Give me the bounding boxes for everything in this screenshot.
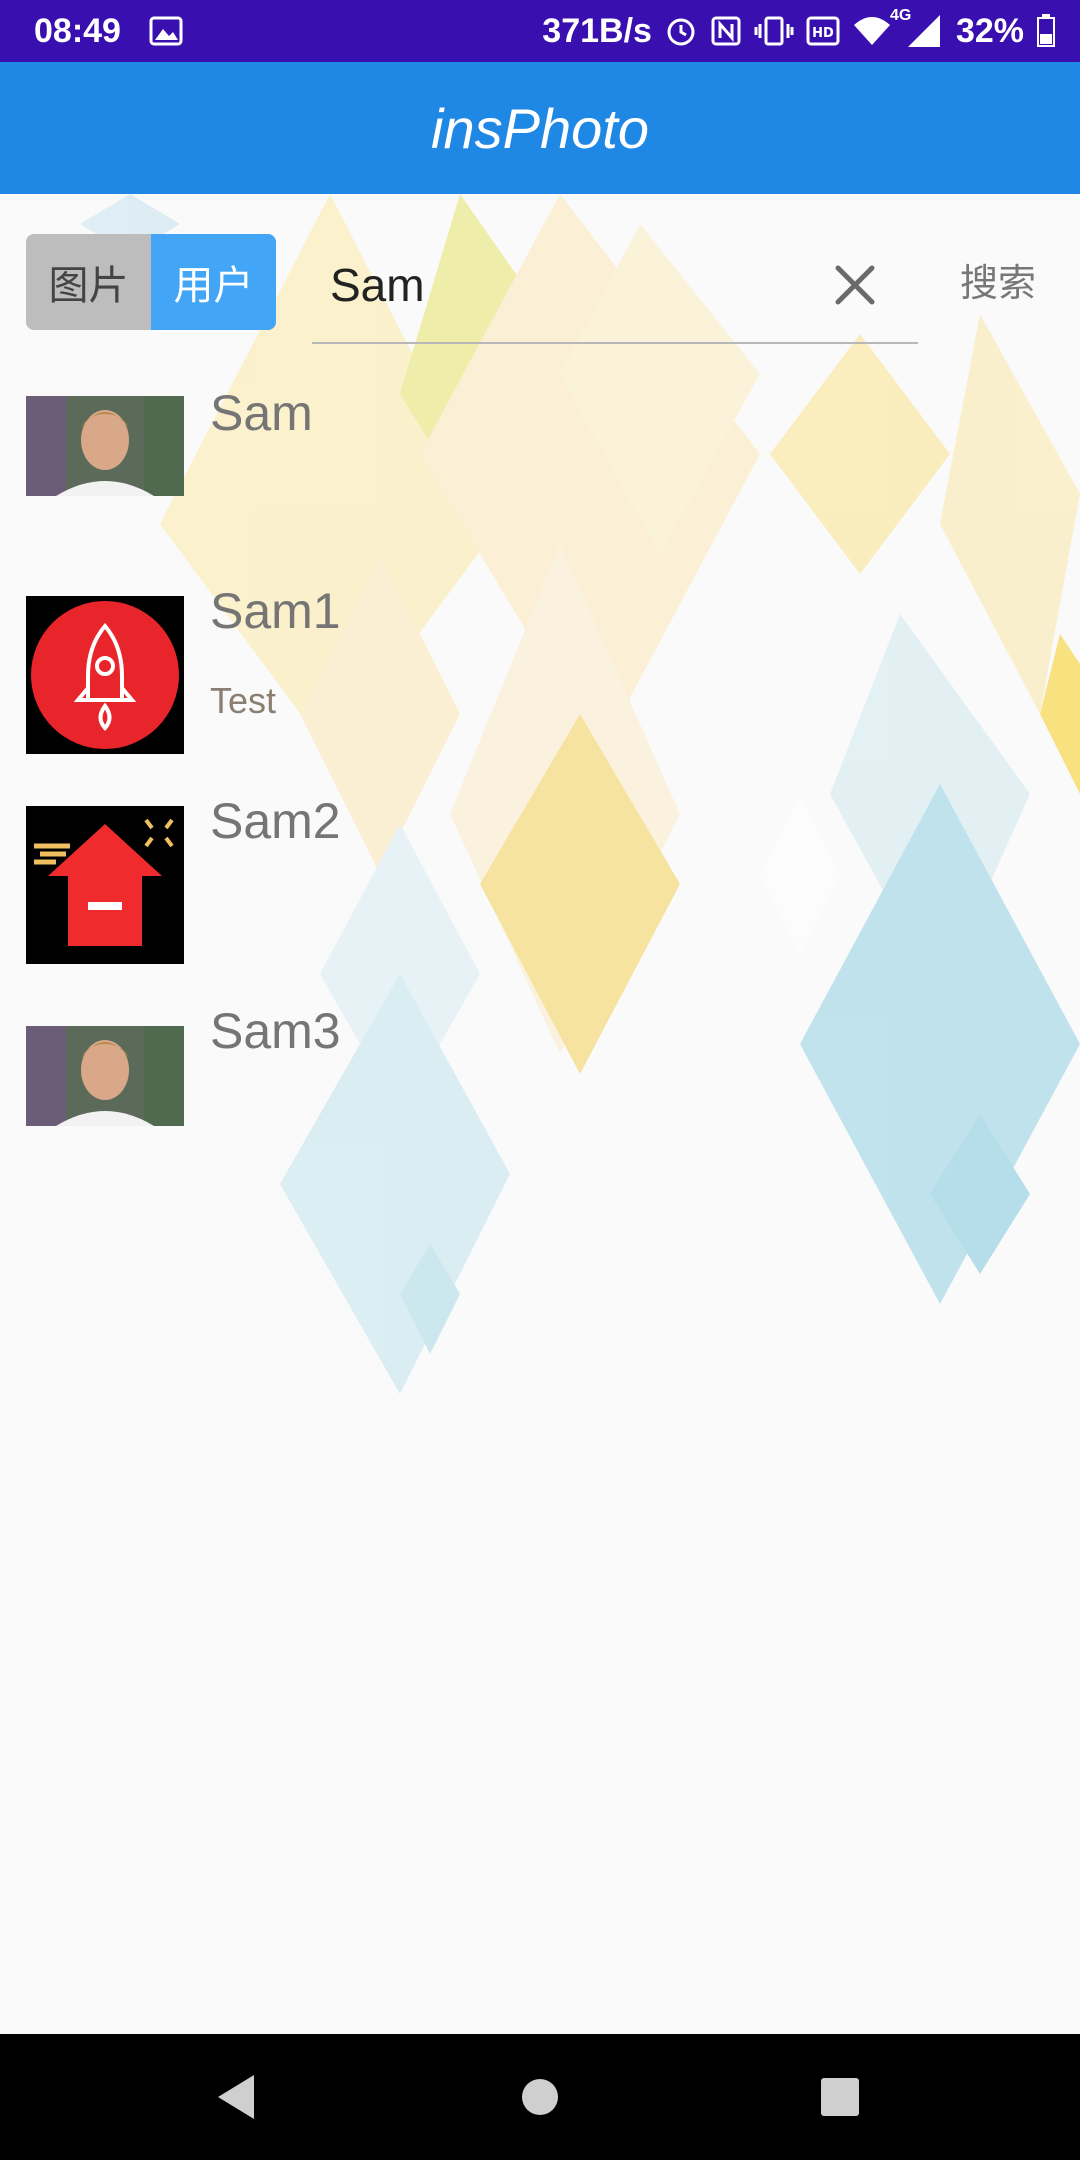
user-name: Sam (210, 385, 313, 441)
rocket-icon (26, 596, 184, 754)
home-icon[interactable] (480, 2034, 600, 2160)
svg-text:HD: HD (812, 26, 834, 41)
alarm-icon (664, 14, 698, 48)
user-name: Sam3 (210, 1003, 341, 1059)
user-name: Sam2 (210, 793, 341, 849)
search-field (312, 234, 918, 344)
battery-icon (1036, 14, 1056, 48)
list-item[interactable]: Sam2 (0, 792, 1080, 972)
search-input[interactable] (330, 252, 810, 318)
list-item[interactable]: Sam1 Test (0, 582, 1080, 762)
toggle-photos[interactable]: 图片 (26, 234, 151, 330)
search-button[interactable]: 搜索 (960, 252, 1036, 307)
battery-level: 32% (955, 11, 1024, 50)
status-bar: 08:49 371B/s HD 4G 32% (0, 0, 1080, 62)
hd-icon: HD (806, 16, 840, 46)
vibrate-icon (754, 15, 794, 47)
nav-bar (0, 2034, 1080, 2160)
avatar (26, 1026, 184, 1126)
avatar (26, 396, 184, 496)
status-time: 08:49 (34, 11, 121, 50)
list-item[interactable]: Sam (0, 384, 1080, 564)
app-title: insPhoto (431, 96, 649, 160)
network-speed: 371B/s (542, 11, 652, 50)
toggle-users[interactable]: 用户 (151, 234, 276, 330)
signal-icon: 4G (890, 7, 944, 49)
nfc-icon (710, 15, 742, 47)
list-item[interactable]: Sam3 (0, 1002, 1080, 1182)
wifi-icon (852, 15, 892, 47)
image-icon (149, 16, 183, 46)
search-type-toggle: 图片 用户 (26, 234, 276, 330)
clear-icon[interactable] (830, 260, 880, 310)
content-area: 图片 用户 搜索 Sam (0, 194, 1080, 2034)
app-bar: insPhoto (0, 62, 1080, 194)
network-type: 4G (889, 7, 912, 24)
user-bio: Test (210, 680, 277, 721)
recents-icon[interactable] (780, 2034, 900, 2160)
user-name: Sam1 (210, 583, 341, 639)
back-icon[interactable] (176, 2034, 296, 2160)
house-icon (26, 806, 184, 964)
